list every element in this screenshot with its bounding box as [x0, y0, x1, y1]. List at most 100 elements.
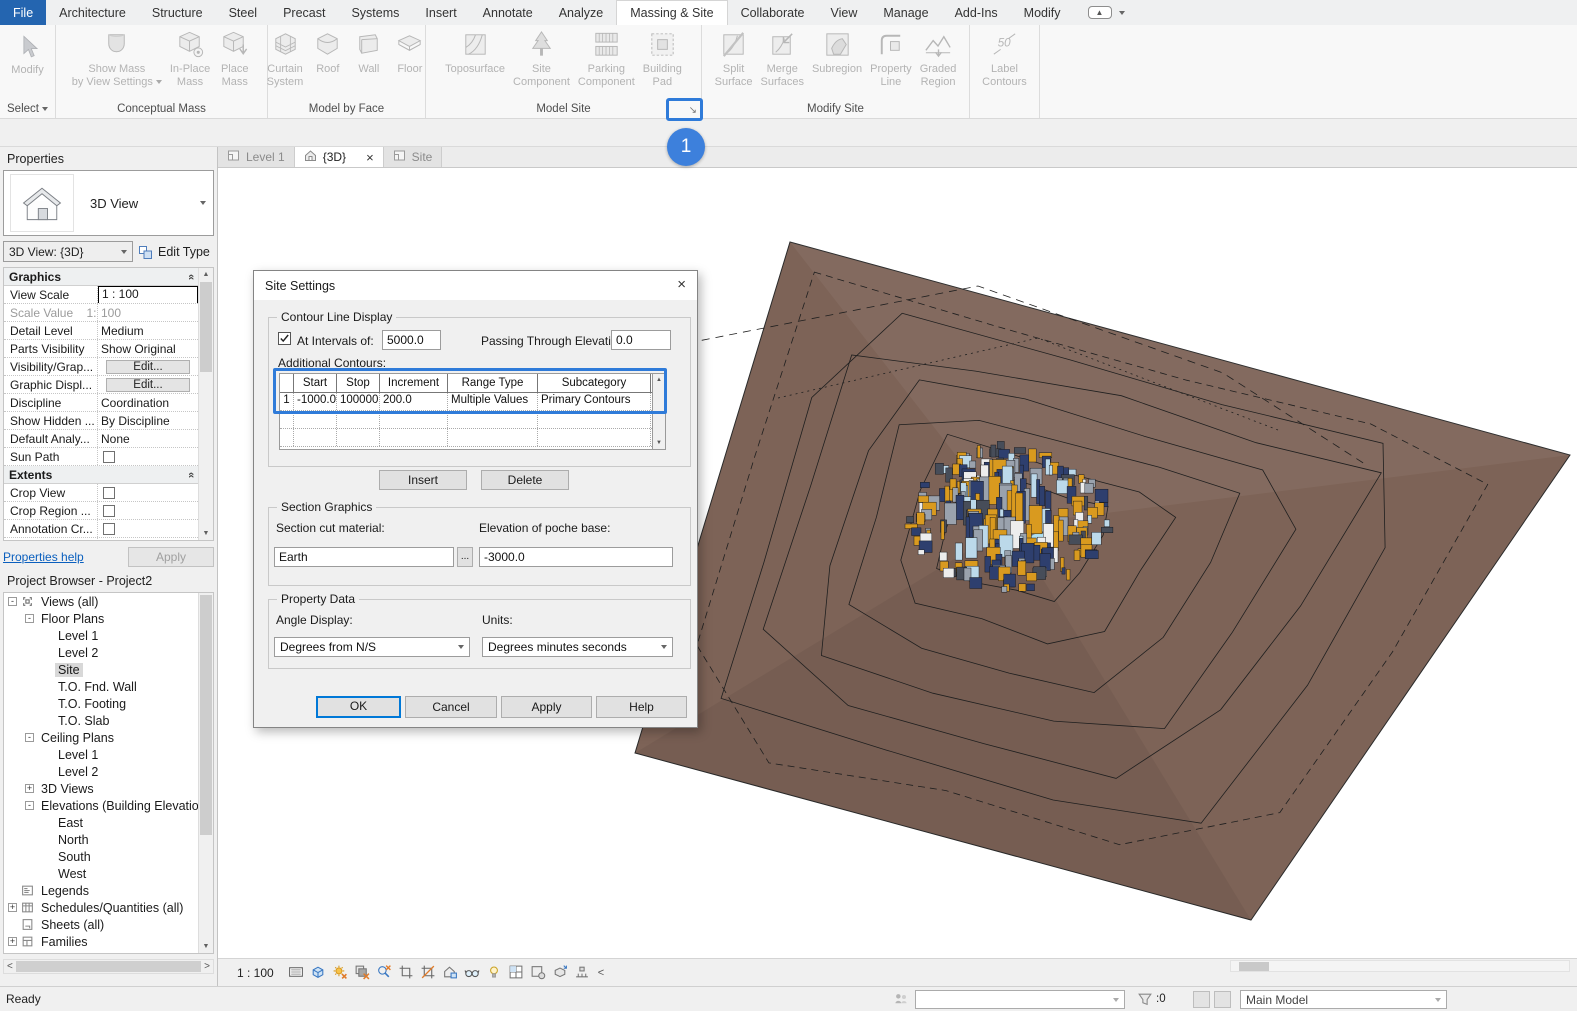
insert-button[interactable]: Insert	[379, 470, 467, 490]
checkbox[interactable]	[103, 541, 115, 542]
type-selector[interactable]: 3D View	[3, 170, 214, 236]
show-displaced-icon[interactable]	[552, 964, 568, 983]
scroll-up-icon[interactable]: ▲	[199, 268, 213, 281]
at-intervals-checkbox[interactable]	[278, 332, 291, 345]
table-row[interactable]: 1-1000.0100000200.0Multiple ValuesPrimar…	[280, 393, 652, 411]
checkbox[interactable]	[103, 523, 115, 535]
tree-item-site[interactable]: Site	[4, 661, 213, 678]
tab-collaborate[interactable]: Collaborate	[728, 0, 818, 25]
property-value[interactable]	[97, 520, 198, 537]
tree-item-floor-plans[interactable]: -Floor Plans	[4, 610, 213, 627]
property-value[interactable]: By Discipline	[97, 412, 198, 429]
modify-button[interactable]: Modify	[8, 28, 46, 77]
tab-precast[interactable]: Precast	[270, 0, 338, 25]
reveal-hidden-elements-icon[interactable]	[486, 964, 502, 983]
temporary-hide-isolate-icon[interactable]	[464, 964, 480, 983]
tree-item-elevations-building-elevation[interactable]: -Elevations (Building Elevation	[4, 797, 213, 814]
tab-systems[interactable]: Systems	[338, 0, 412, 25]
close-view-icon[interactable]: ×	[366, 151, 374, 164]
detail-level-icon[interactable]	[288, 964, 304, 983]
expand-icon[interactable]: +	[8, 903, 17, 912]
scroll-down-icon[interactable]: ▼	[199, 940, 213, 953]
delete-button[interactable]: Delete	[481, 470, 569, 490]
units-select[interactable]: Degrees minutes seconds	[482, 637, 673, 657]
tree-item-level-2[interactable]: Level 2	[4, 763, 213, 780]
view-scale-button[interactable]: 1 : 100	[237, 966, 274, 980]
filter-icon[interactable]	[1137, 991, 1153, 1007]
ok-button[interactable]: OK	[316, 696, 401, 718]
help-button[interactable]: Help	[596, 696, 687, 718]
property-value[interactable]	[97, 484, 198, 501]
ribbon-button-toposurface[interactable]: Toposurface	[442, 28, 508, 76]
property-value[interactable]: 100	[97, 304, 198, 321]
more-tools-icon[interactable]: <	[598, 967, 604, 979]
ribbon-button-show-mass-by-view-settings[interactable]: Show Massby View Settings	[69, 28, 165, 89]
dialog-title[interactable]: Site Settings	[254, 271, 697, 300]
cancel-button[interactable]: Cancel	[405, 696, 497, 718]
table-cell[interactable]: -1000.0	[294, 393, 337, 410]
tree-item-level-1[interactable]: Level 1	[4, 627, 213, 644]
collapse-icon[interactable]: -	[25, 614, 34, 623]
select-panel-label[interactable]: Select	[0, 99, 55, 118]
property-value[interactable]: Edit...	[97, 376, 198, 393]
temporary-view-properties-icon[interactable]	[530, 964, 546, 983]
expand-icon[interactable]: +	[25, 784, 34, 793]
tab-steel[interactable]: Steel	[216, 0, 271, 25]
properties-help-link[interactable]: Properties help	[3, 550, 84, 564]
expand-icon[interactable]: +	[8, 937, 17, 946]
scroll-down-icon[interactable]: ▼	[653, 437, 665, 449]
property-value[interactable]	[97, 538, 198, 541]
ribbon-button-place-mass[interactable]: PlaceMass	[215, 28, 254, 89]
apply-button[interactable]: Apply	[128, 547, 214, 567]
table-cell[interactable]: 200.0	[380, 393, 448, 410]
collapse-icon[interactable]: -	[25, 801, 34, 810]
scroll-left-icon[interactable]: <	[7, 960, 13, 973]
show-crop-region-icon[interactable]	[420, 964, 436, 983]
table-cell[interactable]: Multiple Values	[448, 393, 538, 410]
property-value[interactable]: Edit...	[97, 358, 198, 375]
property-value[interactable]: Show Original	[97, 340, 198, 357]
tab-analyze[interactable]: Analyze	[546, 0, 616, 25]
table-scrollbar[interactable]: ▲ ▼	[652, 374, 665, 449]
tree-item-level-2[interactable]: Level 2	[4, 644, 213, 661]
view-tab-3d[interactable]: {3D}×	[295, 147, 384, 167]
collapse-icon[interactable]: -	[8, 597, 17, 606]
tab-architecture[interactable]: Architecture	[46, 0, 139, 25]
property-section-graphics[interactable]: Graphics«	[4, 268, 198, 286]
property-value[interactable]: 1 : 100	[97, 286, 198, 303]
properties-scrollbar[interactable]: ▲ ▼	[198, 268, 213, 540]
ribbon-button-property-line[interactable]: PropertyLine	[867, 28, 915, 89]
ribbon-button-floor[interactable]: Floor	[390, 28, 429, 76]
tree-item-sheets-all[interactable]: Sheets (all)	[4, 916, 213, 933]
property-value[interactable]: Coordination	[97, 394, 198, 411]
tree-item-legends[interactable]: Legends	[4, 882, 213, 899]
sun-path-icon[interactable]	[332, 964, 348, 983]
property-value[interactable]	[97, 502, 198, 519]
ribbon-button-wall[interactable]: Wall	[349, 28, 388, 76]
checkbox[interactable]	[103, 451, 115, 463]
ribbon-button-building-pad[interactable]: BuildingPad	[640, 28, 685, 89]
unlocked-view-icon[interactable]	[442, 964, 458, 983]
ribbon-button-curtain-system[interactable]: CurtainSystem	[264, 28, 307, 89]
dialog-apply-button[interactable]: Apply	[501, 696, 592, 718]
ribbon-button-roof[interactable]: Roof	[308, 28, 347, 76]
table-cell[interactable]: 100000	[337, 393, 380, 410]
ribbon-button-split-surface[interactable]: SplitSurface	[712, 28, 756, 89]
design-option-combo[interactable]: Main Model	[1240, 990, 1447, 1009]
tab-add-ins[interactable]: Add-Ins	[942, 0, 1011, 25]
property-value[interactable]	[97, 448, 198, 465]
tab-structure[interactable]: Structure	[139, 0, 216, 25]
canvas-horizontal-scrollbar[interactable]	[1230, 960, 1570, 972]
table-row-empty[interactable]	[280, 411, 652, 429]
tree-horizontal-scrollbar[interactable]: < >	[3, 959, 214, 974]
checkbox[interactable]	[103, 505, 115, 517]
ribbon-button-merge-surfaces[interactable]: MergeSurfaces	[758, 28, 807, 89]
scrollbar-thumb[interactable]	[16, 961, 201, 972]
tab-insert[interactable]: Insert	[412, 0, 469, 25]
tab-view[interactable]: View	[818, 0, 871, 25]
view-tab-level-1[interactable]: Level 1	[218, 147, 295, 167]
tree-item-east[interactable]: East	[4, 814, 213, 831]
scroll-right-icon[interactable]: >	[204, 960, 210, 973]
tab-massing-site[interactable]: Massing & Site	[616, 0, 727, 25]
tree-item-3d-views[interactable]: +3D Views	[4, 780, 213, 797]
